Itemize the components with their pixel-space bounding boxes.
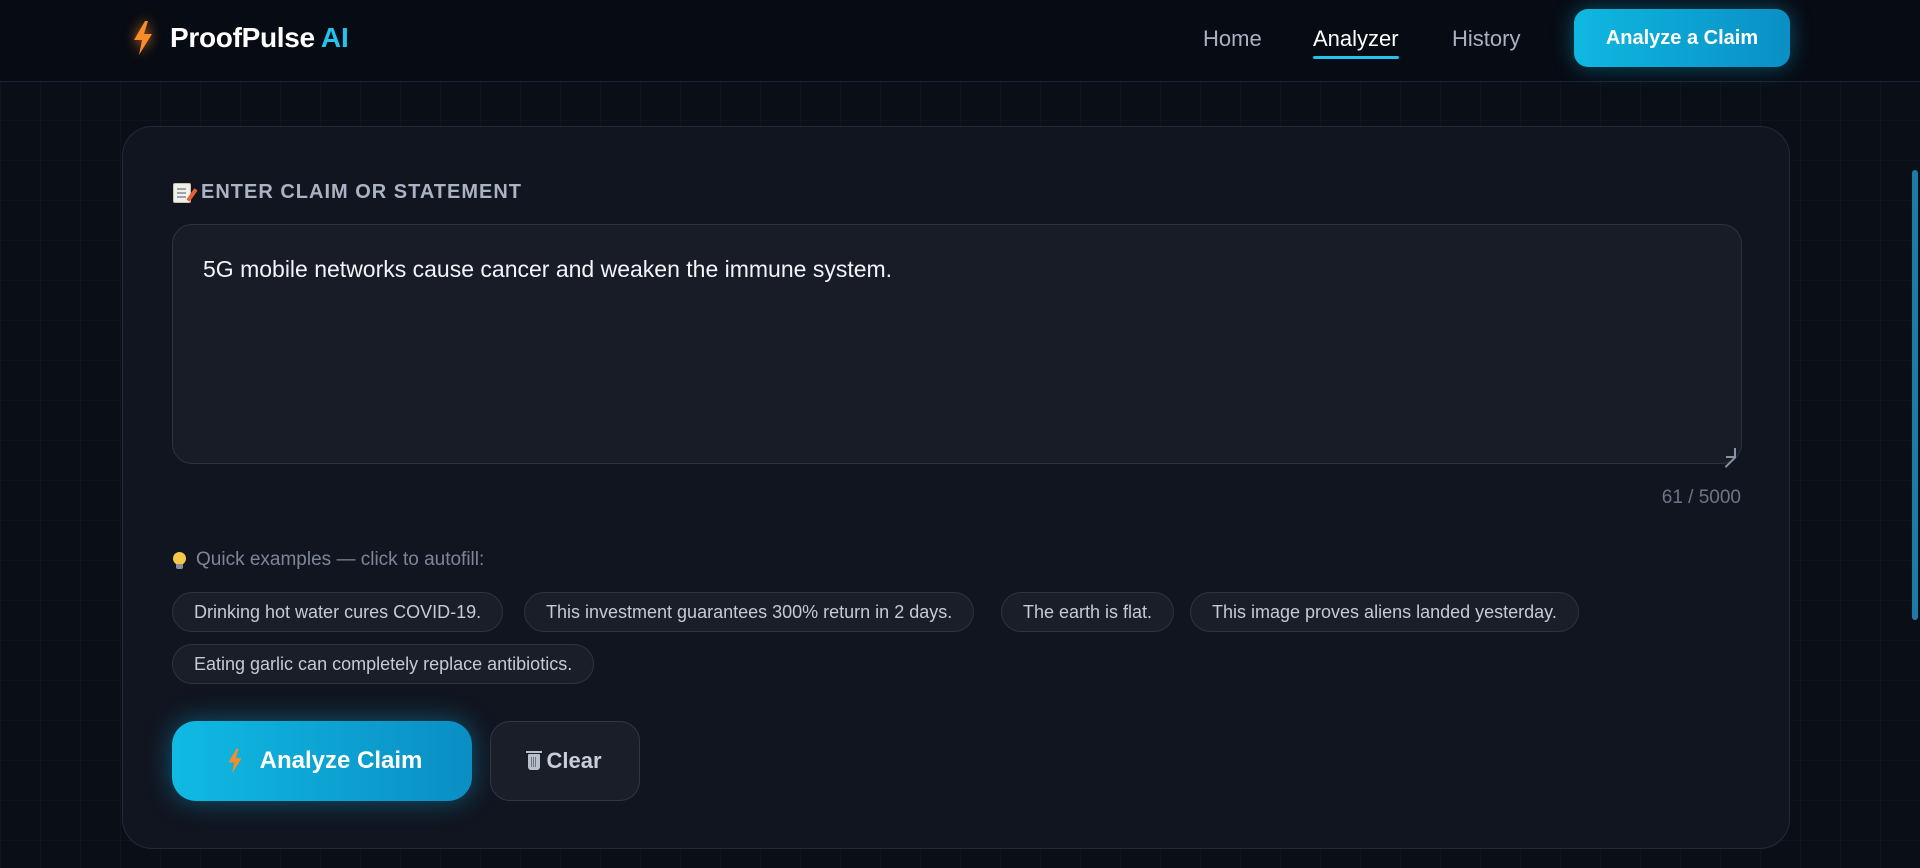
char-count: 61 / 5000 [1661, 487, 1741, 508]
navbar: ProofPulse AI Home Analyzer History Anal… [0, 0, 1920, 82]
nav-link-home[interactable]: Home [1203, 26, 1262, 52]
brand-name: ProofPulse [170, 22, 315, 53]
analyze-claim-button[interactable]: Analyze Claim [172, 721, 472, 801]
brand-suffix: AI [320, 22, 349, 53]
examples-label: Quick examples — click to autofill: [173, 549, 484, 571]
trash-icon [526, 751, 543, 770]
nav-link-analyzer[interactable]: Analyzer [1313, 26, 1399, 59]
clear-label: Clear [546, 748, 602, 773]
clear-button[interactable]: Clear [490, 721, 640, 801]
memo-icon [173, 182, 191, 203]
brand-logo[interactable]: ProofPulse AI [130, 18, 349, 58]
bulb-icon [173, 551, 186, 569]
examples-label-text: Quick examples — click to autofill: [196, 549, 485, 570]
example-chip[interactable]: Eating garlic can completely replace ant… [172, 644, 595, 684]
claim-card: ENTER CLAIM OR STATEMENT 5G mobile netwo… [122, 126, 1790, 849]
section-label: ENTER CLAIM OR STATEMENT [173, 181, 522, 204]
claim-textarea[interactable]: 5G mobile networks cause cancer and weak… [172, 224, 1742, 464]
page-scrollbar[interactable] [1912, 170, 1918, 620]
analyze-a-claim-button[interactable]: Analyze a Claim [1574, 9, 1790, 67]
analyze-claim-label: Analyze Claim [259, 747, 423, 774]
section-label-text: ENTER CLAIM OR STATEMENT [201, 181, 523, 203]
example-chip[interactable]: Drinking hot water cures COVID-19. [172, 592, 504, 632]
bolt-icon [222, 743, 248, 779]
example-chip[interactable]: This investment guarantees 300% return i… [524, 592, 975, 632]
nav-link-history[interactable]: History [1452, 26, 1520, 52]
example-chip[interactable]: This image proves aliens landed yesterda… [1190, 592, 1579, 632]
example-chip[interactable]: The earth is flat. [1001, 592, 1175, 632]
bolt-icon [130, 20, 156, 56]
resize-handle-icon[interactable] [1726, 448, 1736, 458]
